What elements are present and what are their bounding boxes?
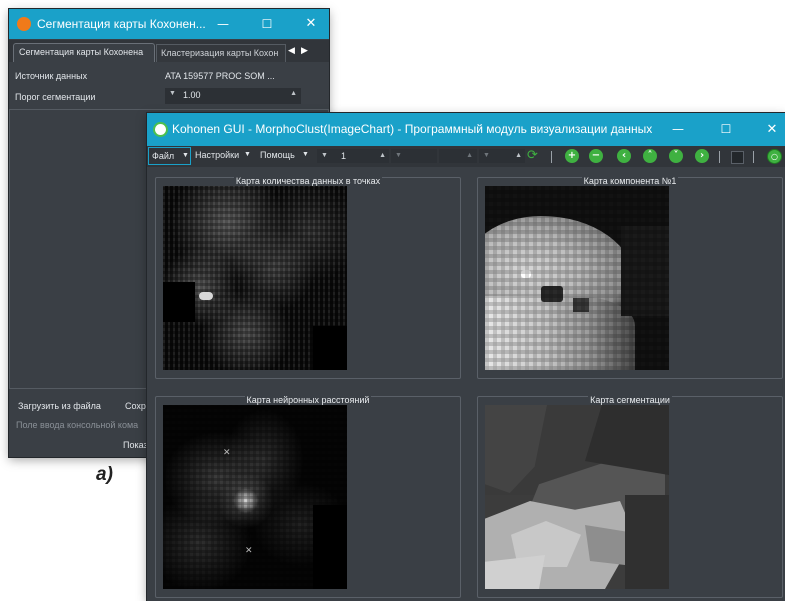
chevron-down-icon: ▼ — [302, 151, 309, 158]
data-count-map-image — [163, 186, 347, 370]
close-icon[interactable]: ✕ — [758, 113, 785, 146]
spin-3[interactable]: ▲ — [439, 149, 477, 163]
neuron-distance-map-image: ✕ ✕ — [163, 405, 347, 589]
panel-title: Карта компонента №1 — [581, 176, 679, 186]
menu-settings[interactable]: Настройки ▼ — [193, 147, 255, 165]
minus-icon[interactable]: − — [589, 149, 603, 163]
menu-help-label: Помощь — [260, 150, 295, 160]
back-window-title: Сегментация карты Кохонен... — [37, 17, 206, 31]
menu-settings-label: Настройки — [195, 150, 240, 160]
toolbar-separator — [551, 151, 552, 163]
toolbar: Файл ▼ Настройки ▼ Помощь ▼ ▼ 1 ▲ ▼ ▲ ▼ … — [147, 146, 785, 167]
chevron-down-icon: ▼ — [182, 152, 189, 159]
app-icon — [153, 122, 168, 137]
spin-1[interactable]: ▼ 1 ▲ — [317, 149, 389, 163]
front-window-title: Kohonen GUI - MorphoClust(ImageChart) - … — [172, 122, 652, 136]
component-map-image — [485, 186, 669, 370]
save-button[interactable]: Сохр — [125, 401, 146, 411]
segmentation-map-image — [485, 405, 669, 589]
arrow-down-icon[interactable]: ˅ — [669, 149, 683, 163]
maximize-icon[interactable]: ☐ — [253, 9, 281, 39]
chevron-down-icon: ▼ — [244, 151, 251, 158]
toolbar-separator — [719, 151, 720, 163]
spin-up-icon[interactable]: ▲ — [466, 149, 473, 163]
menu-help[interactable]: Помощь ▼ — [257, 147, 313, 165]
field-threshold-label: Порог сегментации — [15, 92, 96, 102]
console-input[interactable]: Поле ввода консольной кома — [16, 420, 138, 430]
arrow-left-icon[interactable]: ‹ — [617, 149, 631, 163]
spin-4[interactable]: ▼ ▲ — [479, 149, 525, 163]
tab-scroll-left-icon[interactable]: ◀ — [288, 45, 295, 56]
spin-value: 1 — [341, 151, 347, 161]
panel-neuron-distance-map: Карта нейронных расстояний ✕ ✕ — [155, 395, 461, 598]
panel-segmentation-map: Карта сегментации — [477, 395, 783, 598]
minimize-icon[interactable]: — — [664, 113, 692, 146]
front-window: Kohonen GUI - MorphoClust(ImageChart) - … — [147, 113, 785, 601]
show-button[interactable]: Показ — [123, 440, 148, 450]
tab-segmentation[interactable]: Сегментация карты Кохонена — [13, 43, 155, 62]
square-icon[interactable] — [731, 151, 744, 164]
spin-2[interactable]: ▼ — [391, 149, 437, 163]
load-button[interactable]: Загрузить из файла — [18, 401, 101, 411]
plus-icon[interactable]: + — [565, 149, 579, 163]
figure-caption: a) — [96, 464, 113, 485]
spin-down-icon[interactable]: ▼ — [483, 149, 490, 163]
field-source-value[interactable]: ATA 159577 PROC SOM ... — [165, 71, 275, 81]
app-icon — [17, 17, 31, 31]
panel-component-map: Карта компонента №1 — [477, 176, 783, 379]
panel-title: Карта количества данных в точках — [233, 176, 383, 186]
panel-data-count-map: Карта количества данных в точках — [155, 176, 461, 379]
field-source-label: Источник данных — [15, 71, 88, 81]
panel-title: Карта нейронных расстояний — [244, 395, 372, 405]
minimize-icon[interactable]: — — [209, 9, 237, 39]
menu-file-label: Файл — [152, 151, 175, 161]
tab-clustering-label: Кластеризация карты Кохон — [161, 48, 279, 58]
front-window-titlebar: Kohonen GUI - MorphoClust(ImageChart) - … — [147, 113, 785, 146]
spin-up-icon[interactable]: ▲ — [290, 90, 297, 97]
spin-down-icon[interactable]: ▼ — [321, 149, 328, 163]
exit-icon[interactable]: ○ — [767, 149, 782, 164]
tab-segmentation-label: Сегментация карты Кохонена — [19, 47, 144, 57]
tab-bar: Сегментация карты Кохонена Кластеризация… — [9, 40, 329, 62]
refresh-icon[interactable]: ⟳ — [527, 148, 538, 163]
spin-down-icon[interactable]: ▼ — [169, 90, 176, 97]
back-window-titlebar: Сегментация карты Кохонен... — ☐ ✕ — [9, 9, 329, 39]
arrow-up-icon[interactable]: ˄ — [643, 149, 657, 163]
tab-clustering[interactable]: Кластеризация карты Кохон — [156, 44, 286, 62]
tab-scroll-right-icon[interactable]: ▶ — [301, 45, 308, 56]
spin-up-icon[interactable]: ▲ — [515, 149, 522, 163]
menu-file[interactable]: Файл ▼ — [148, 147, 191, 165]
threshold-value: 1.00 — [183, 90, 201, 100]
maximize-icon[interactable]: ☐ — [712, 113, 740, 146]
arrow-right-icon[interactable]: › — [695, 149, 709, 163]
close-icon[interactable]: ✕ — [297, 9, 325, 39]
spin-down-icon[interactable]: ▼ — [395, 149, 402, 163]
spin-up-icon[interactable]: ▲ — [379, 149, 386, 163]
threshold-spinbox[interactable]: ▼ 1.00 ▲ — [165, 88, 301, 104]
toolbar-separator — [753, 151, 754, 163]
panel-title: Карта сегментации — [588, 395, 672, 405]
